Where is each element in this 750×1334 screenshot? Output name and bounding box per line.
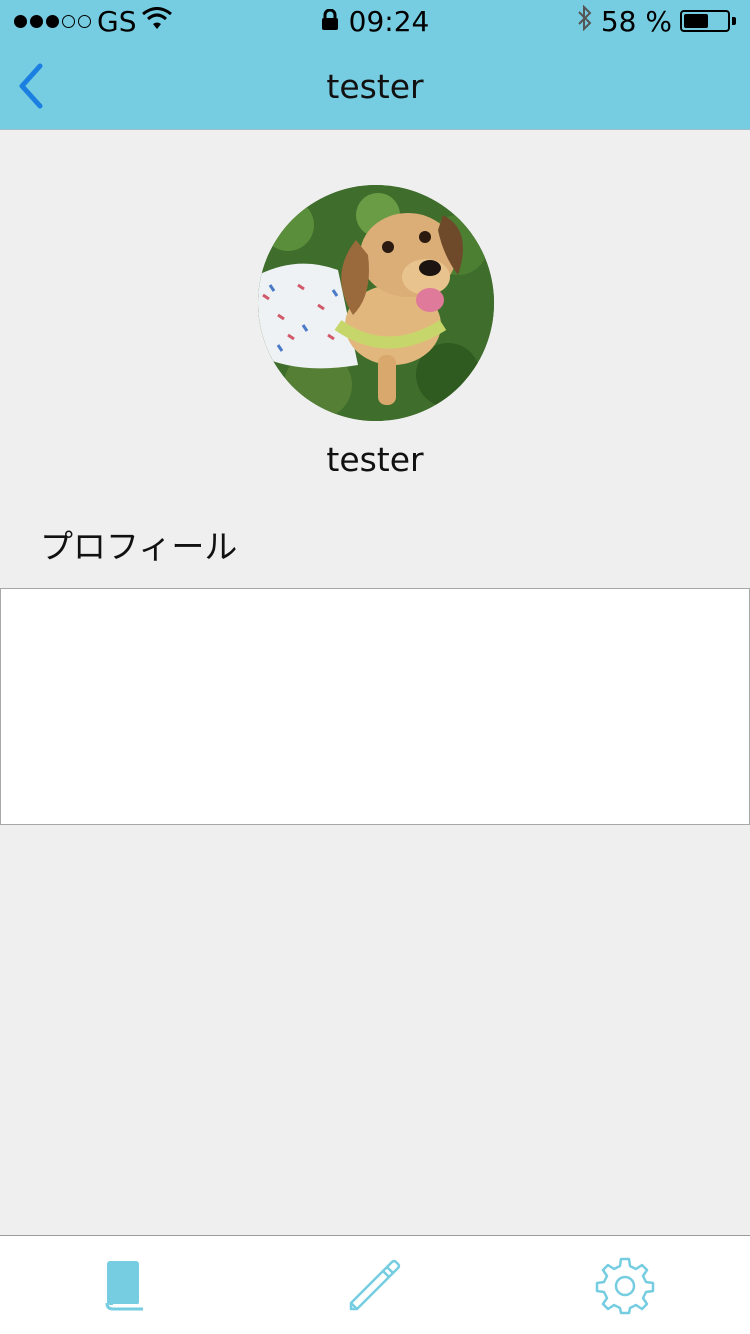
battery-percent: 58 % xyxy=(600,4,672,38)
status-left: GS xyxy=(14,4,173,38)
status-bar: GS 09:24 58 % xyxy=(0,0,750,42)
avatar[interactable] xyxy=(258,185,494,421)
profile-bio-field[interactable] xyxy=(0,588,750,825)
clock-time: 09:24 xyxy=(348,4,430,38)
tab-settings[interactable] xyxy=(500,1236,750,1334)
gear-icon xyxy=(595,1257,655,1315)
carrier-name: GS xyxy=(97,4,137,38)
tab-edit[interactable] xyxy=(250,1236,500,1334)
book-icon xyxy=(105,1261,143,1311)
page-title: tester xyxy=(326,66,424,106)
profile-username: tester xyxy=(326,440,424,479)
bluetooth-icon xyxy=(577,4,593,38)
tab-bar xyxy=(0,1235,750,1334)
battery-level xyxy=(684,14,709,28)
dog-photo-image xyxy=(258,185,494,421)
tab-book[interactable] xyxy=(0,1236,250,1334)
wifi-icon xyxy=(142,5,173,38)
pencil-icon xyxy=(349,1259,401,1311)
lock-icon xyxy=(321,5,339,38)
signal-strength-icon xyxy=(14,14,91,28)
status-right: 58 % xyxy=(577,4,736,38)
battery-icon xyxy=(680,10,736,32)
profile-section-label: プロフィール xyxy=(40,527,238,566)
navigation-bar: tester xyxy=(0,42,750,130)
